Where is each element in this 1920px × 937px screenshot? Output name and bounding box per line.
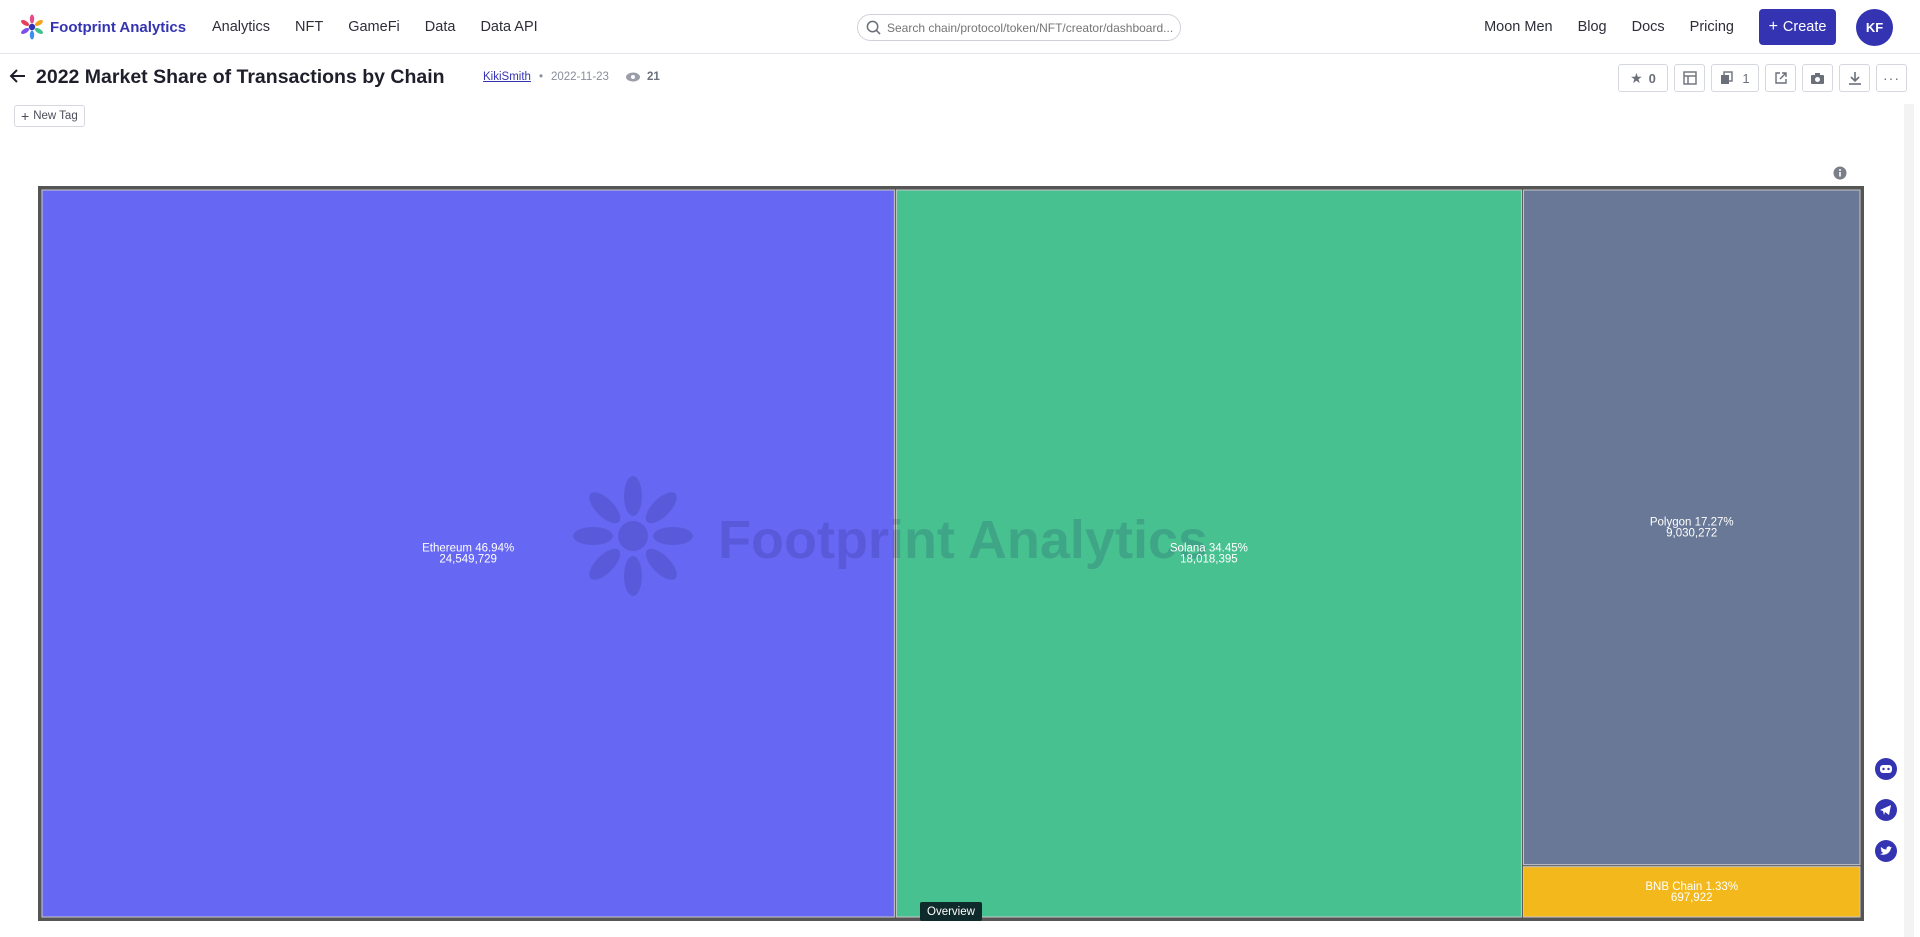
brand-name: Footprint Analytics <box>50 18 187 36</box>
download-icon <box>1848 72 1861 85</box>
discord-icon[interactable] <box>1875 758 1897 780</box>
watermark-petal <box>624 476 642 516</box>
camera-icon <box>1811 72 1824 84</box>
star-count: 0 <box>1648 70 1656 86</box>
snapshot-button[interactable] <box>1802 64 1833 92</box>
search-icon <box>866 20 881 35</box>
new-tag-button[interactable]: + New Tag <box>14 105 85 127</box>
main-nav: Analytics NFT GameFi Data Data API <box>212 0 563 54</box>
avatar[interactable]: KF <box>1856 9 1893 46</box>
author-link[interactable]: KikiSmith <box>483 71 531 83</box>
star-icon: ★ <box>1630 69 1643 86</box>
download-button[interactable] <box>1839 64 1870 92</box>
telegram-icon[interactable] <box>1875 799 1897 821</box>
share-button[interactable] <box>1765 64 1796 92</box>
treemap-value-label: 9,030,272 <box>1666 527 1717 539</box>
views-number: 21 <box>646 71 660 83</box>
nav-analytics[interactable]: Analytics <box>212 19 270 35</box>
nav-moon-men[interactable]: Moon Men <box>1484 19 1553 35</box>
more-button[interactable]: ··· <box>1876 64 1907 92</box>
nav-pricing[interactable]: Pricing <box>1690 19 1734 35</box>
treemap-value-label: 24,549,729 <box>439 554 497 566</box>
page-title: 2022 Market Share of Transactions by Cha… <box>36 66 445 88</box>
right-nav: Moon Men Blog Docs Pricing <box>1459 0 1734 54</box>
twitter-icon[interactable] <box>1875 840 1897 862</box>
page-meta: KikiSmith • 2022-11-23 21 <box>483 71 660 83</box>
nav-data[interactable]: Data <box>425 19 456 35</box>
treemap-value-label: 18,018,395 <box>1180 554 1238 566</box>
meta-separator: • <box>538 71 543 83</box>
watermark-petal <box>653 527 693 545</box>
new-tag-label: New Tag <box>33 110 78 122</box>
nav-docs[interactable]: Docs <box>1632 19 1665 35</box>
publish-date: 2022-11-23 <box>550 71 609 83</box>
more-icon: ··· <box>1883 70 1900 86</box>
footprint-logo[interactable]: Footprint Analytics <box>18 13 186 41</box>
watermark-petal <box>573 527 613 545</box>
title-row: 2022 Market Share of Transactions by Cha… <box>0 54 1920 104</box>
watermark-petal <box>624 556 642 596</box>
table-icon <box>1682 71 1697 85</box>
toolbar: ★ 0 1 ··· <box>1618 64 1913 92</box>
info-icon[interactable] <box>1833 166 1847 180</box>
top-navigation-bar: Footprint Analytics Analytics NFT GameFi… <box>0 0 1920 54</box>
back-arrow-icon[interactable] <box>8 66 28 86</box>
search-bar[interactable] <box>857 14 1181 41</box>
external-link-icon <box>1774 72 1787 84</box>
copy-icon <box>1721 71 1734 84</box>
eye-icon <box>625 72 640 82</box>
treemap-value-label: 697,922 <box>1671 892 1713 904</box>
social-links <box>1875 758 1903 881</box>
star-button[interactable]: ★ 0 <box>1618 64 1668 92</box>
nav-nft[interactable]: NFT <box>295 19 323 35</box>
search-input[interactable] <box>887 20 1177 35</box>
overview-breadcrumb[interactable]: Overview <box>920 902 982 921</box>
create-button[interactable]: + Create <box>1759 9 1836 45</box>
create-label: Create <box>1782 19 1827 35</box>
plus-icon: + <box>21 108 30 124</box>
nav-blog[interactable]: Blog <box>1578 19 1607 35</box>
save-button[interactable] <box>1674 64 1705 92</box>
scrollbar[interactable] <box>1904 104 1914 937</box>
view-count: 21 <box>625 71 660 83</box>
nav-gamefi[interactable]: GameFi <box>348 19 400 35</box>
plus-icon: + <box>1768 18 1778 35</box>
watermark-core <box>618 521 648 551</box>
watermark-text: Footprint Analytics <box>718 510 1208 570</box>
copy-count: 1 <box>1742 70 1750 86</box>
footprint-logo-icon <box>21 14 43 40</box>
copy-button[interactable]: 1 <box>1711 64 1759 92</box>
treemap-chart: Footprint AnalyticsEthereum 46.94%24,549… <box>38 186 1864 921</box>
nav-data-api[interactable]: Data API <box>480 19 537 35</box>
